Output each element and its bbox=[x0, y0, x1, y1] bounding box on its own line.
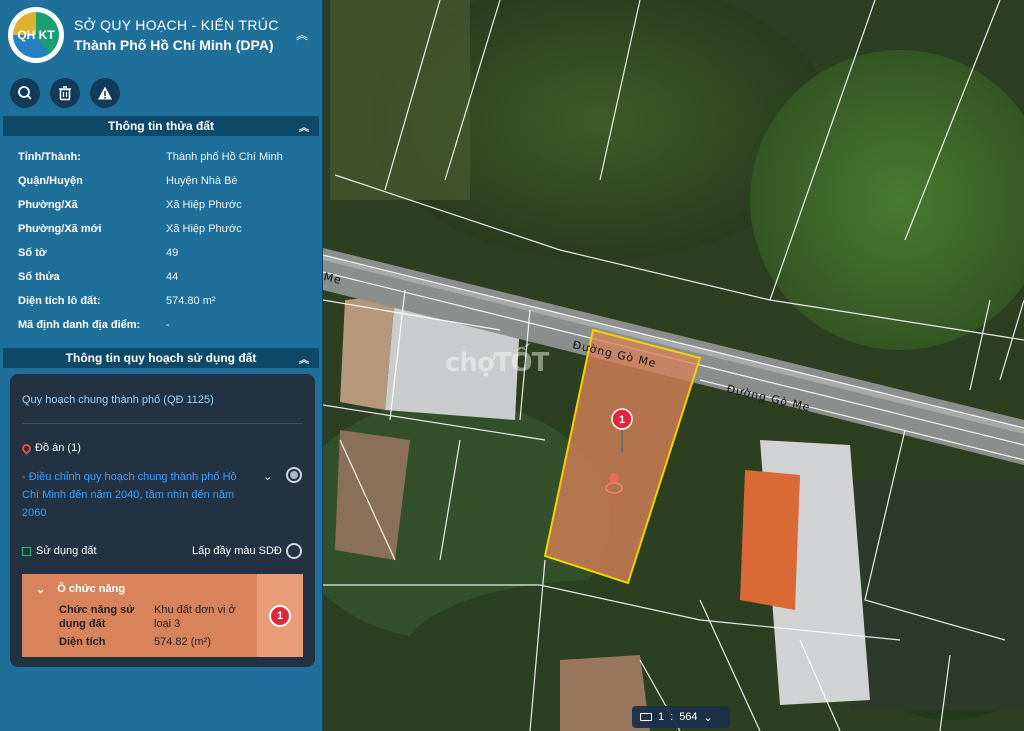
planning-card: Quy hoạch chung thành phố (QĐ 1125) Đồ á… bbox=[10, 374, 315, 667]
search-icon bbox=[18, 86, 32, 100]
app-title-line2: Thành Phố Hồ Chí Minh (DPA) bbox=[74, 37, 274, 53]
doan-item-link[interactable]: - Điều chỉnh quy hoạch chung thành phố H… bbox=[22, 468, 254, 522]
function-cell-header[interactable]: ⌄ Ô chức năng bbox=[36, 583, 125, 596]
warning-button[interactable] bbox=[90, 78, 120, 108]
parcel-info-list: Tỉnh/Thành: Thành phố Hồ Chí Minh Quận/H… bbox=[0, 136, 322, 337]
count-badge: 1 bbox=[269, 604, 291, 627]
collapse-section-icon[interactable]: ︽ bbox=[299, 119, 309, 134]
toolbar bbox=[0, 70, 322, 116]
function-cell-box[interactable]: ⌄ Ô chức năng Chức năng sử dụng đất Khu … bbox=[22, 574, 303, 657]
scale-prefix: 1 bbox=[658, 711, 665, 723]
side-panel: QH KT SỞ QUY HOẠCH - KIẾN TRÚC Thành Phố… bbox=[0, 0, 323, 731]
warning-icon bbox=[98, 86, 112, 100]
fill-color-label: Lấp đầy màu SDĐ bbox=[192, 545, 282, 557]
parcel-info-title: Thông tin thửa đất bbox=[107, 119, 214, 133]
trash-icon bbox=[59, 86, 71, 101]
info-row: Diện tích lô đất: 574.80 m² bbox=[18, 295, 216, 307]
parcel-info-header[interactable]: Thông tin thửa đất ︽ bbox=[3, 116, 319, 136]
chevron-down-icon: ⌄ bbox=[703, 711, 713, 724]
function-cell-badge-area: 1 bbox=[257, 574, 303, 657]
fill-color-radio[interactable] bbox=[286, 543, 302, 559]
logo-mark: QH KT bbox=[13, 12, 59, 58]
planning-info-header[interactable]: Thông tin quy hoạch sử dụng đất ︽ bbox=[3, 348, 319, 368]
app-title-line1: SỞ QUY HOẠCH - KIẾN TRÚC bbox=[74, 17, 279, 33]
logo: QH KT bbox=[8, 7, 64, 63]
info-row: Mã định danh địa điểm: - bbox=[18, 319, 170, 331]
planning-info-title: Thông tin quy hoạch sử dụng đất bbox=[65, 351, 257, 365]
scale-value: 564 bbox=[679, 711, 698, 723]
map-scale-control[interactable]: 1 : 564 ⌄ bbox=[632, 706, 730, 728]
delete-button[interactable] bbox=[50, 78, 80, 108]
general-plan-link[interactable]: Quy hoạch chung thành phố (QĐ 1125) bbox=[22, 394, 214, 406]
location-pin-icon bbox=[20, 441, 33, 455]
info-row: Phường/Xã Xã Hiệp Phước bbox=[18, 199, 242, 211]
marker-number: 1 bbox=[619, 414, 625, 426]
scale-icon bbox=[640, 713, 652, 721]
doan-radio[interactable] bbox=[286, 467, 302, 483]
grid-icon bbox=[22, 546, 31, 556]
info-row: Tỉnh/Thành: Thành phố Hồ Chí Minh bbox=[18, 151, 283, 163]
info-row: Số tờ 49 bbox=[18, 247, 179, 259]
land-use-heading: Sử dụng đất bbox=[22, 545, 97, 557]
panel-header: QH KT SỞ QUY HOẠCH - KIẾN TRÚC Thành Phố… bbox=[0, 0, 322, 70]
info-row: Quận/Huyện Huyện Nhà Bè bbox=[18, 175, 238, 187]
chevron-down-icon[interactable]: ⌄ bbox=[263, 470, 272, 483]
info-row: Phường/Xã mới Xã Hiệp Phước bbox=[18, 223, 242, 235]
chevron-down-icon: ⌄ bbox=[36, 584, 46, 596]
info-row: Số thửa 44 bbox=[18, 271, 179, 283]
divider bbox=[22, 423, 303, 424]
collapse-panel-icon[interactable]: ︽ bbox=[296, 26, 308, 43]
watermark: chợTỐT bbox=[445, 348, 549, 378]
collapse-section-icon[interactable]: ︽ bbox=[299, 351, 309, 366]
function-cell-details: Chức năng sử dụng đất Khu đất đơn vị ở l… bbox=[59, 604, 236, 648]
search-button[interactable] bbox=[10, 78, 40, 108]
doan-heading: Đồ án (1) bbox=[20, 441, 81, 455]
